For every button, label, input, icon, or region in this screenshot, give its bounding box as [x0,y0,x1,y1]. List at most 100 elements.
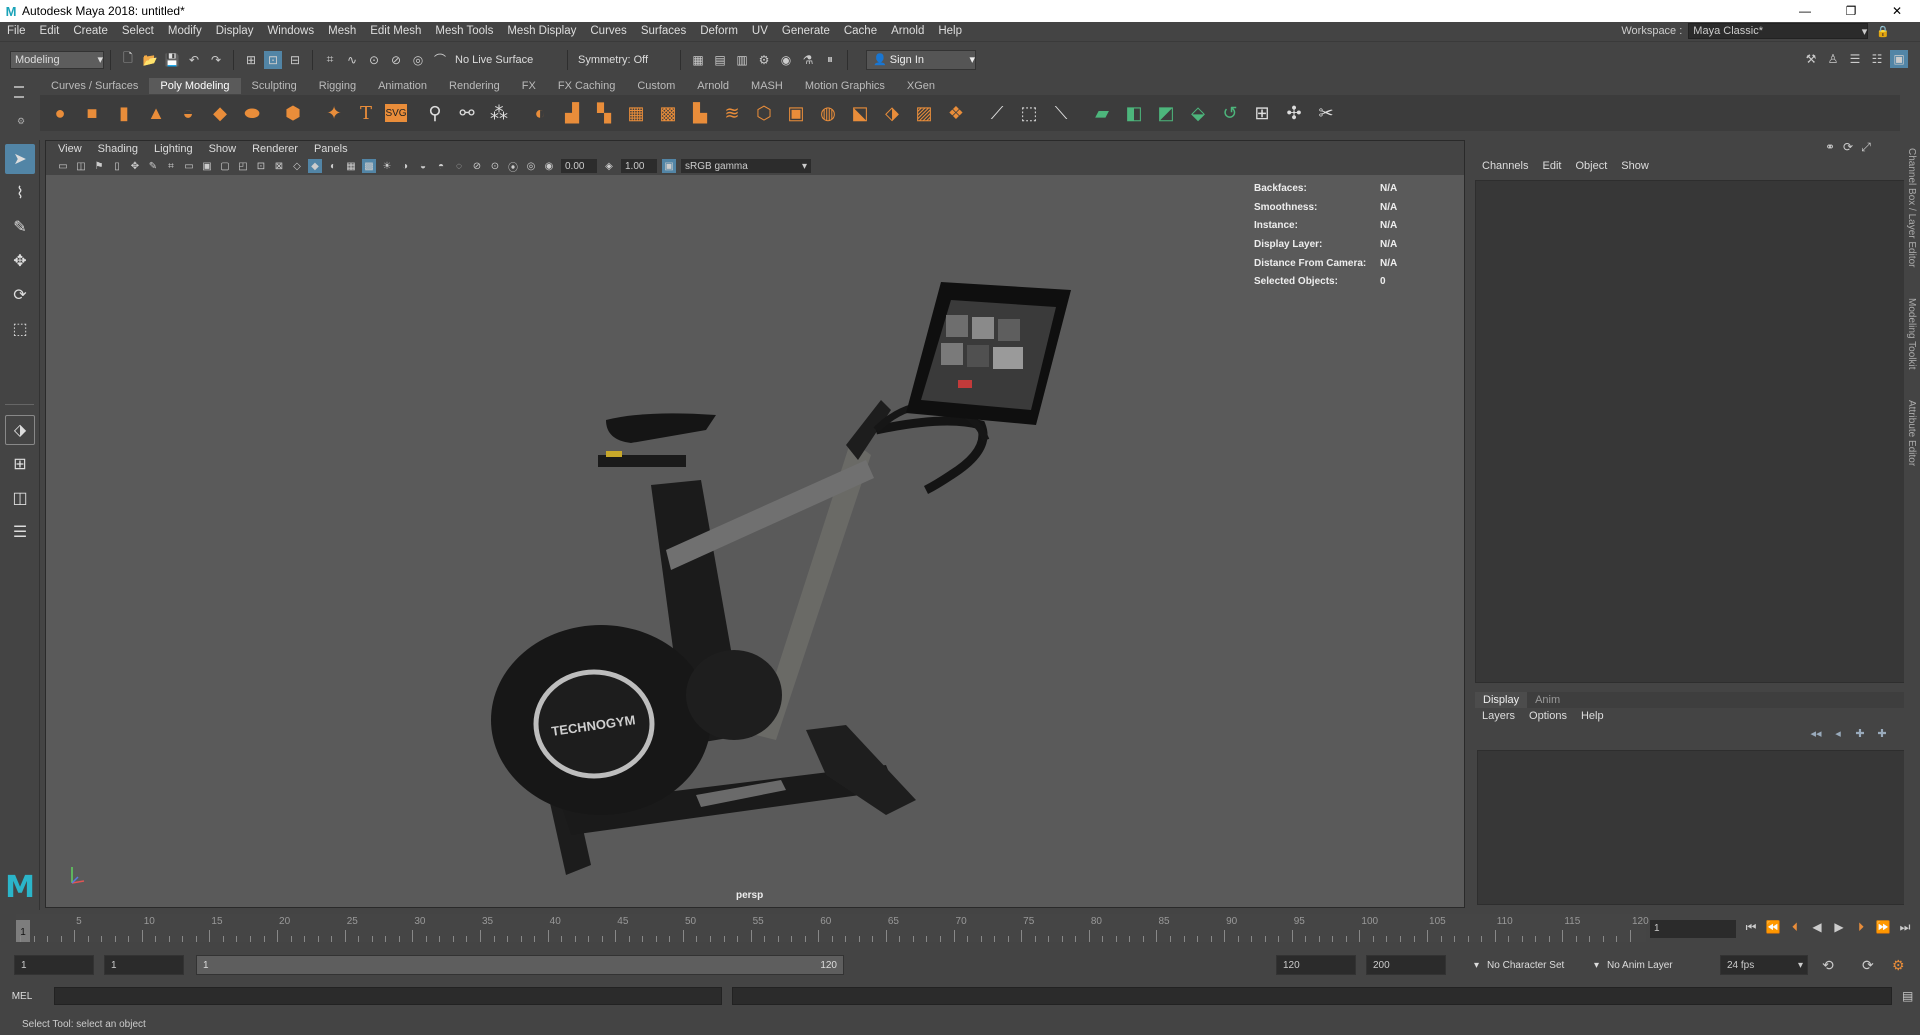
quadrangulate-icon[interactable]: ▨ [911,100,937,126]
image-plane-icon[interactable]: ▯ [110,159,124,173]
command-language-label[interactable]: MEL [0,991,44,1002]
shelf-menu-icon[interactable] [14,96,24,98]
menu-display[interactable]: Display [209,25,261,37]
move-tool-icon[interactable]: ✥ [5,246,35,276]
modeling-toolkit-icon[interactable]: ⚒ [1802,50,1820,68]
cut-uv-icon[interactable]: ✂ [1313,100,1339,126]
insert-edge-loop-icon[interactable]: ⬡ [751,100,777,126]
cylindrical-uv-icon[interactable]: ◧ [1121,100,1147,126]
open-scene-icon[interactable]: 📂 [141,51,159,69]
anti-aliasing-icon[interactable]: ◓ [434,159,448,173]
loop-icon[interactable]: ⟲ [1822,957,1834,974]
bridge-icon[interactable]: ▚ [591,100,617,126]
go-to-start-icon[interactable]: ⏮ [1740,920,1762,935]
poly-plane-icon[interactable]: ◆ [207,100,233,126]
step-forward-frame-icon[interactable]: ⏵ [1850,920,1872,935]
view-transform-dropdown[interactable]: sRGB gamma ▾ [681,159,811,173]
select-camera-icon[interactable]: ▭ [56,159,70,173]
tab-poly-modeling[interactable]: Poly Modeling [149,78,241,94]
tab-mash[interactable]: MASH [740,78,794,94]
scene-end-field[interactable]: 200 [1366,955,1446,975]
go-to-end-icon[interactable]: ⏭ [1894,920,1916,935]
xray-icon[interactable]: ⊙ [488,159,502,173]
new-layer-selected-icon[interactable]: ✚ [1871,727,1893,740]
refresh-icon[interactable]: ⟳ [1839,140,1857,156]
film-gate-icon[interactable]: ▭ [182,159,196,173]
new-layer-icon[interactable]: ✚ [1849,727,1871,740]
isolate-select-icon[interactable]: ⊘ [470,159,484,173]
tab-anim[interactable]: Anim [1527,692,1568,708]
fps-dropdown[interactable]: 24 fps ▾ [1720,955,1808,975]
outliner-layout-icon[interactable]: ☰ [5,517,35,547]
render-view-icon[interactable]: ▦ [689,51,707,69]
expand-icon[interactable]: ⤢ [1857,140,1875,156]
automatic-uv-icon[interactable]: ⬙ [1185,100,1211,126]
tab-channel-box[interactable]: Channel Box / Layer Editor [1906,148,1917,268]
bookmark-icon[interactable]: ⚑ [92,159,106,173]
viewport-menu-view[interactable]: View [50,143,90,155]
command-input[interactable] [54,987,722,1005]
play-forwards-icon[interactable]: ▶ [1828,920,1850,935]
bike-rear-stabilizer[interactable] [806,725,916,815]
render-settings-icon[interactable]: ⚙ [755,51,773,69]
tab-attribute-editor[interactable]: Attribute Editor [1906,400,1917,466]
current-frame-field[interactable]: 1 [1650,920,1736,938]
planar-uv-icon[interactable]: ▰ [1089,100,1115,126]
playback-end-field[interactable]: 120 [1276,955,1356,975]
tab-sculpting[interactable]: Sculpting [241,78,308,94]
select-object-icon[interactable]: ⊡ [264,50,282,69]
close-button[interactable]: ✕ [1874,0,1920,22]
auto-key-icon[interactable]: ⟳ [1862,957,1874,974]
scale-tool-icon[interactable]: ⬚ [5,314,35,344]
layer-menu-help[interactable]: Help [1574,710,1611,722]
character-controls-icon[interactable]: ♙ [1824,50,1842,68]
extrude-icon[interactable]: ◐ [527,100,553,126]
snap-surface-icon[interactable]: ◎ [409,51,427,69]
crease-icon[interactable]: ⟍ [1048,100,1074,126]
smooth-shade-icon[interactable]: ◆ [308,159,322,173]
default-lighting-icon[interactable]: ◐ [326,159,340,173]
undo-icon[interactable]: ↶ [185,51,203,69]
gamma-field[interactable]: 1.00 [621,159,657,173]
step-back-key-icon[interactable]: ⏪ [1762,920,1784,935]
menu-surfaces[interactable]: Surfaces [634,25,693,37]
viewport-menu-lighting[interactable]: Lighting [146,143,201,155]
viewport-menu-show[interactable]: Show [201,143,245,155]
textured-icon[interactable]: ▦ [344,159,358,173]
wireframe-icon[interactable]: ◇ [290,159,304,173]
layer-menu-layers[interactable]: Layers [1475,710,1522,722]
menu-deform[interactable]: Deform [693,25,745,37]
tab-fx[interactable]: FX [511,78,547,94]
snap-curve-icon[interactable]: ∿ [343,51,361,69]
uv-editor-icon[interactable]: ⊞ [1249,100,1275,126]
save-scene-icon[interactable]: 💾 [163,51,181,69]
tab-xgen[interactable]: XGen [896,78,946,94]
rotate-tool-icon[interactable]: ⟳ [5,280,35,310]
poly-cone-icon[interactable]: ▲ [143,100,169,126]
poly-sphere-icon[interactable]: ● [47,100,73,126]
type-tool-icon[interactable]: T [353,100,379,126]
tab-display[interactable]: Display [1475,692,1528,708]
mirror-icon[interactable]: ◍ [815,100,841,126]
exposure-field[interactable]: 0.00 [561,159,597,173]
side-by-side-layout-icon[interactable]: ◫ [5,483,35,513]
pause-icon[interactable]: ⏸ [821,51,839,69]
combine-icon[interactable]: ⚲ [422,100,448,126]
bevel-icon[interactable]: ▟ [559,100,585,126]
tab-fx-caching[interactable]: FX Caching [547,78,626,94]
menu-file[interactable]: File [0,25,33,37]
fill-hole-icon[interactable]: ▩ [655,100,681,126]
paint-select-icon[interactable]: ✎ [5,212,35,242]
channel-box-menu-object[interactable]: Object [1568,160,1614,172]
2d-pan-zoom-icon[interactable]: ✥ [128,159,142,173]
select-hierarchy-icon[interactable]: ⊞ [242,51,260,69]
maximize-button[interactable]: ❐ [1828,0,1874,22]
menu-mesh-display[interactable]: Mesh Display [500,25,583,37]
snap-live-icon[interactable]: ⌒ [431,51,449,69]
grease-pencil-icon[interactable]: ✎ [146,159,160,173]
symmetry-dropdown[interactable]: Symmetry: Off [574,50,674,69]
viewport-menu-renderer[interactable]: Renderer [244,143,306,155]
use-all-lights-icon[interactable]: ▩ [362,159,376,173]
live-surface-dropdown[interactable]: No Live Surface [451,50,561,69]
edit-edge-flow-icon[interactable]: ⟋ [984,100,1010,126]
